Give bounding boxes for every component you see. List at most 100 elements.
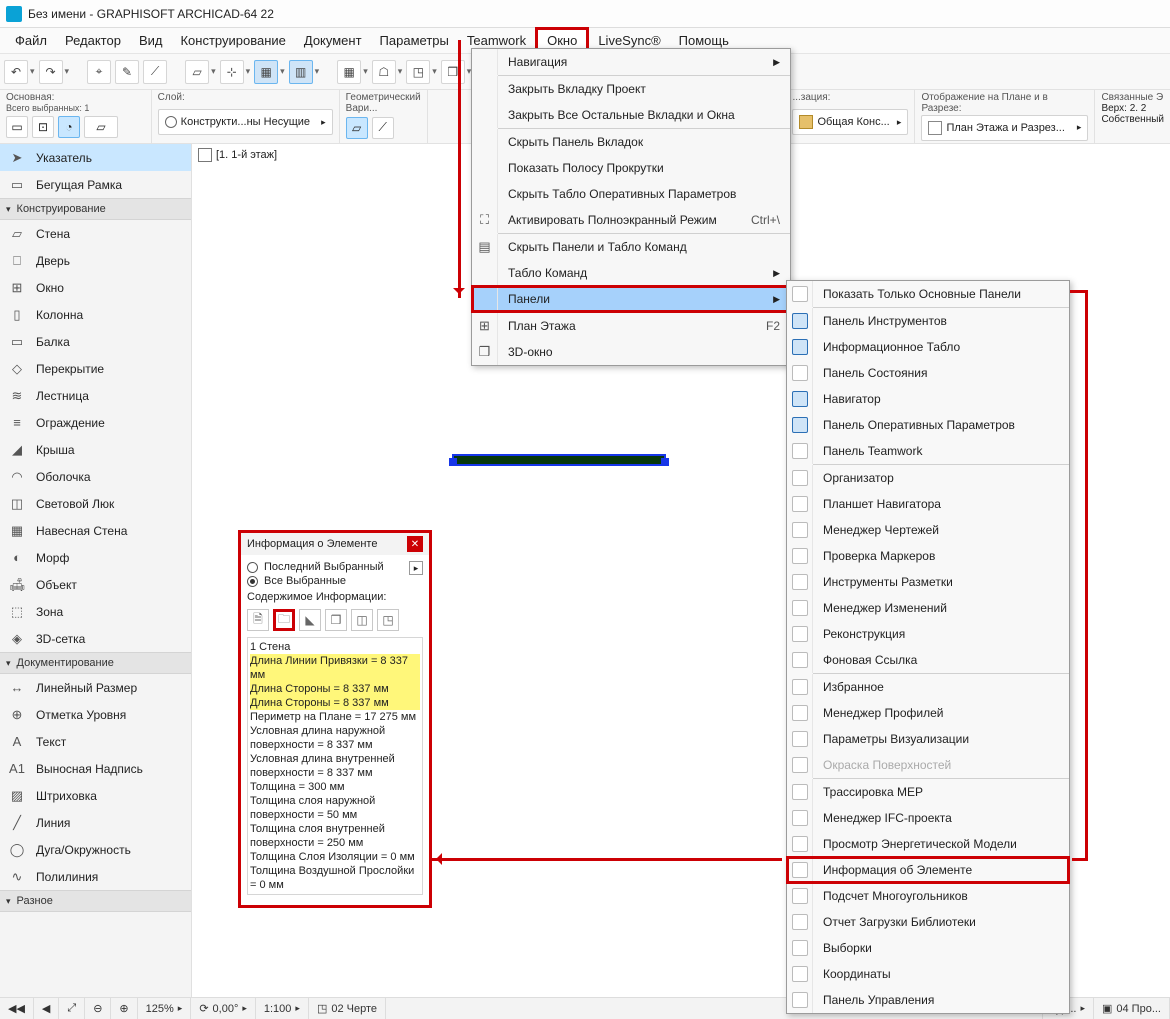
menu-item[interactable]: Скрыть Табло Оперативных Параметров — [472, 181, 790, 207]
sel-mode-1[interactable]: ▭ — [6, 116, 28, 138]
radio-last-selected[interactable]: Последний Выбранный — [247, 561, 423, 573]
view-info[interactable]: ◳ 02 Черте — [309, 998, 386, 1019]
submenu-item[interactable]: Панель Teamwork — [787, 438, 1069, 464]
measure-button[interactable]: ✎ — [115, 60, 139, 84]
tool-Штриховка[interactable]: ▨Штриховка — [0, 782, 191, 809]
submenu-item[interactable]: Информационное Табло — [787, 334, 1069, 360]
submenu-item[interactable]: Информация об Элементе — [787, 857, 1069, 883]
tool-Ограждение[interactable]: ≡Ограждение — [0, 409, 191, 436]
menu-документ[interactable]: Документ — [295, 30, 371, 51]
submenu-item[interactable]: Панель Оперативных Параметров — [787, 412, 1069, 438]
sel-mode-3[interactable]: ◔ — [58, 116, 80, 138]
tool-3D-сетка[interactable]: ◈3D-сетка — [0, 625, 191, 652]
category-btn-4[interactable]: ❒ — [325, 609, 347, 631]
menu-item[interactable]: Закрыть Вкладку Проект — [472, 76, 790, 102]
geom-mode-1[interactable]: ▱ — [346, 117, 368, 139]
menu-item[interactable]: Скрыть Панель Вкладок — [472, 129, 790, 155]
tool-Стена[interactable]: ▱Стена — [0, 220, 191, 247]
tool-Дверь[interactable]: ⎕Дверь — [0, 247, 191, 274]
tool-Колонна[interactable]: ▯Колонна — [0, 301, 191, 328]
redo-button[interactable]: ↷▾ — [39, 60, 70, 84]
display-combo[interactable]: План Этажа и Разрез... ▸ — [921, 115, 1088, 141]
option-b-button[interactable]: ◳▾ — [406, 60, 437, 84]
zoom-out-button[interactable]: ⊖ — [85, 998, 111, 1019]
tool-Объект[interactable]: 🛋Объект — [0, 571, 191, 598]
zoom-fit-button[interactable]: ⤢ — [59, 998, 85, 1019]
tool-Выносная Надпись[interactable]: A1Выносная Надпись — [0, 755, 191, 782]
submenu-item[interactable]: Реконструкция — [787, 621, 1069, 647]
nav-prev-button[interactable]: ◀ — [34, 998, 59, 1019]
menu-item[interactable]: ⛶Активировать Полноэкранный РежимCtrl+\ — [472, 207, 790, 233]
tool-Оболочка[interactable]: ◠Оболочка — [0, 463, 191, 490]
menu-item[interactable]: Закрыть Все Остальные Вкладки и Окна — [472, 102, 790, 128]
tool-Полилиния[interactable]: ∿Полилиния — [0, 863, 191, 890]
category-btn-6[interactable]: ◳ — [377, 609, 399, 631]
menu-item[interactable]: Панели▶ — [472, 286, 790, 312]
element-info-list[interactable]: 1 СтенаДлина Линии Привязки = 8 337 ммДл… — [247, 637, 423, 895]
palette-group-header[interactable]: ▾Конструирование — [0, 198, 191, 220]
submenu-item[interactable]: Менеджер Изменений — [787, 595, 1069, 621]
tool-Линейный Размер[interactable]: ↔Линейный Размер — [0, 674, 191, 701]
radio-all-selected[interactable]: Все Выбранные — [247, 575, 423, 587]
tool-Линия[interactable]: ╱Линия — [0, 809, 191, 836]
submenu-item[interactable]: Избранное — [787, 674, 1069, 700]
grid-button[interactable]: ▦▾ — [337, 60, 368, 84]
tool-Морф[interactable]: ◐Морф — [0, 544, 191, 571]
nav-first-button[interactable]: ◀◀ — [0, 998, 34, 1019]
submenu-item[interactable]: Панель Состояния — [787, 360, 1069, 386]
tool-Навесная Стена[interactable]: ▦Навесная Стена — [0, 517, 191, 544]
submenu-item[interactable]: Инструменты Разметки — [787, 569, 1069, 595]
sel-mode-4[interactable]: ▱ — [84, 116, 118, 138]
option-c-button[interactable]: ❒▾ — [441, 60, 472, 84]
tool-Зона[interactable]: ⬚Зона — [0, 598, 191, 625]
representation-combo[interactable]: Общая Конс... ▸ — [792, 109, 908, 135]
sel-mode-2[interactable]: ⊡ — [32, 116, 54, 138]
layers-button[interactable]: ▥▾ — [289, 60, 320, 84]
menu-item[interactable]: Показать Полосу Прокрутки — [472, 155, 790, 181]
tool-Окно[interactable]: ⊞Окно — [0, 274, 191, 301]
angle-value[interactable]: ⟳ 0,00° ▸ — [191, 998, 256, 1019]
geom-mode-2[interactable]: ⟋ — [372, 117, 394, 139]
submenu-item[interactable]: Фоновая Ссылка — [787, 647, 1069, 673]
category-btn-1[interactable]: 🗎 — [247, 609, 269, 631]
tool-Дуга/Окружность[interactable]: ◯Дуга/Окружность — [0, 836, 191, 863]
submenu-item[interactable]: Планшет Навигатора — [787, 491, 1069, 517]
trace-button[interactable]: ▦▾ — [254, 60, 285, 84]
palette-group-header[interactable]: ▾Разное — [0, 890, 191, 912]
option-a-button[interactable]: ☖▾ — [372, 60, 403, 84]
menu-файл[interactable]: Файл — [6, 30, 56, 51]
category-btn-2[interactable]: 🗀 — [273, 609, 295, 631]
tool-Указатель[interactable]: ➤Указатель — [0, 144, 191, 171]
layer-combo[interactable]: Конструкти...ны Несущие ▸ — [158, 109, 333, 135]
menu-вид[interactable]: Вид — [130, 30, 172, 51]
menu-конструирование[interactable]: Конструирование — [171, 30, 294, 51]
submenu-item[interactable]: Менеджер Профилей — [787, 700, 1069, 726]
menu-item[interactable]: ⊞План ЭтажаF2 — [472, 313, 790, 339]
submenu-item[interactable]: Панель Инструментов — [787, 308, 1069, 334]
snap-button[interactable]: ⊹▾ — [220, 60, 251, 84]
category-btn-5[interactable]: ◫ — [351, 609, 373, 631]
submenu-item[interactable]: Навигатор — [787, 386, 1069, 412]
submenu-item[interactable]: Трассировка MEP — [787, 779, 1069, 805]
tool-Бегущая Рамка[interactable]: ▭Бегущая Рамка — [0, 171, 191, 198]
menu-редактор[interactable]: Редактор — [56, 30, 130, 51]
submenu-item[interactable]: Координаты — [787, 961, 1069, 987]
submenu-item[interactable]: Организатор — [787, 465, 1069, 491]
submenu-item[interactable]: Отчет Загрузки Библиотеки — [787, 909, 1069, 935]
eraser-button[interactable]: ⟋ — [143, 60, 167, 84]
close-icon[interactable]: ✕ — [407, 536, 423, 552]
view-tab[interactable]: [1. 1-й этаж] — [198, 148, 277, 162]
submenu-item[interactable]: Проверка Маркеров — [787, 543, 1069, 569]
scale-value[interactable]: 1:100 ▸ — [256, 998, 309, 1019]
tool-Крыша[interactable]: ◢Крыша — [0, 436, 191, 463]
submenu-item[interactable]: Менеджер Чертежей — [787, 517, 1069, 543]
submenu-item[interactable]: Панель Управления — [787, 987, 1069, 1013]
menu-item[interactable]: Табло Команд▶ — [472, 260, 790, 286]
menu-item[interactable]: Навигация▶ — [472, 49, 790, 75]
menu-параметры[interactable]: Параметры — [371, 30, 458, 51]
category-btn-3[interactable]: ◣ — [299, 609, 321, 631]
undo-button[interactable]: ↶▾ — [4, 60, 35, 84]
submenu-item[interactable]: Просмотр Энергетической Модели — [787, 831, 1069, 857]
menu-item[interactable]: ▤Скрыть Панели и Табло Команд — [472, 234, 790, 260]
menu-item[interactable]: ❒3D-окно — [472, 339, 790, 365]
